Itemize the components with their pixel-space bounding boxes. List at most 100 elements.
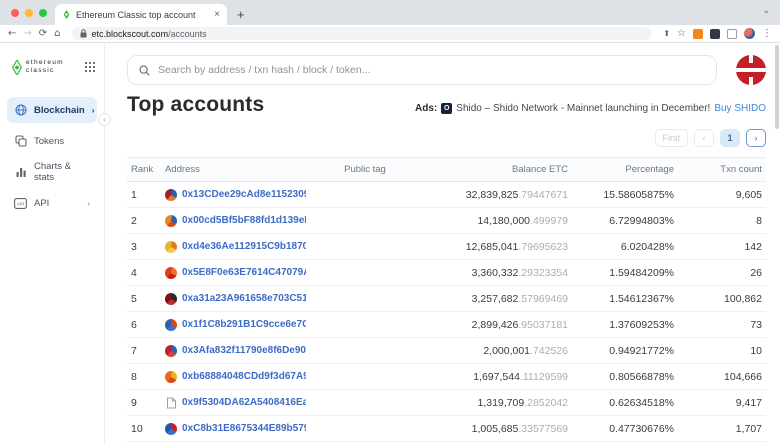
scrollbar-thumb[interactable] — [775, 45, 779, 129]
address-link[interactable]: 0x13CDee29cAd8e11523095900e2195...02Ad — [182, 189, 306, 200]
balance-integer: 14,180,000 — [477, 215, 530, 227]
sidebar-item-tokens[interactable]: Tokens — [7, 128, 97, 154]
address-identicon — [165, 319, 177, 331]
bookmark-star-icon[interactable]: ☆ — [677, 29, 686, 39]
balance-cell: 14,180,000.499979 — [424, 208, 572, 234]
public-tag-cell — [306, 442, 424, 445]
etc-diamond-icon — [12, 60, 22, 75]
close-tab-icon[interactable]: × — [214, 10, 220, 20]
balance-cell: 3,257,682.57969469 — [424, 286, 572, 312]
search-box[interactable] — [127, 55, 717, 85]
address-link[interactable]: 0x9f5304DA62A5408416Ea58A17a926...5ce3 — [182, 397, 306, 408]
table-row: 10 0xC8b31E8675344E89b579f7a4D1653a...41… — [127, 416, 766, 442]
balance-cell: 1,319,709.2852042 — [424, 390, 572, 416]
sidebar: ethereum classic ‹ Blockchain › — [0, 43, 105, 444]
minimize-window-button[interactable] — [25, 9, 33, 17]
address-link[interactable]: 0xb68884048CDd9f3d67A94c958606...79CA — [182, 371, 306, 382]
table-row: 11 0xcA9349c897d99c97949c69dAcc4f9...0f9… — [127, 442, 766, 445]
extension-icon[interactable] — [710, 29, 720, 39]
address-identicon — [165, 423, 177, 435]
sidebar-item-charts-stats[interactable]: Charts & stats — [7, 159, 97, 185]
sidebar-collapse-button[interactable]: ‹ — [98, 113, 111, 126]
rank-cell: 9 — [127, 390, 161, 416]
txn-count-cell: 8 — [678, 208, 766, 234]
new-tab-button[interactable]: + — [237, 7, 245, 25]
metamask-extension-icon[interactable] — [693, 29, 703, 39]
sidebar-item-label: Tokens — [34, 136, 64, 147]
address-identicon — [165, 371, 177, 383]
address-link[interactable]: 0xa31a23A961658e703C51a72957B6b...Bd53 — [182, 293, 306, 304]
txn-count-cell: 10 — [678, 338, 766, 364]
address-bar[interactable]: etc.blockscout.com/accounts — [72, 27, 653, 40]
back-button[interactable]: ← — [8, 29, 16, 39]
balance-fraction: .79695623 — [518, 241, 568, 253]
txn-count-cell: 9,605 — [678, 182, 766, 208]
search-icon — [139, 65, 150, 76]
chevron-right-icon: › — [87, 199, 90, 208]
browser-tab[interactable]: Ethereum Classic top account × — [55, 4, 227, 25]
close-window-button[interactable] — [11, 9, 19, 17]
public-tag-cell — [306, 390, 424, 416]
address-identicon — [165, 241, 177, 253]
logo-line-2: classic — [26, 67, 64, 75]
header-address: Address — [161, 158, 306, 182]
site-logo-row[interactable]: ethereum classic — [0, 43, 104, 83]
balance-fraction: .2852042 — [524, 397, 568, 409]
public-tag-cell — [306, 260, 424, 286]
macos-window-controls[interactable] — [11, 9, 47, 17]
chevron-down-icon[interactable]: ⌄ — [762, 5, 770, 16]
api-icon: API — [14, 197, 27, 210]
url-text: etc.blockscout.com/accounts — [92, 29, 207, 39]
browser-toolbar: ← → ⟳ ⌂ etc.blockscout.com/accounts ⬆ ☆ … — [0, 25, 780, 43]
rank-cell: 7 — [127, 338, 161, 364]
balance-fraction: .11129599 — [520, 371, 568, 383]
buy-shido-link[interactable]: Buy SHIDO — [714, 103, 766, 114]
browser-profile-avatar[interactable] — [744, 28, 755, 39]
table-row: 8 0xb68884048CDd9f3d67A94c958606...79CA … — [127, 364, 766, 390]
browser-window: Ethereum Classic top account × + ⌄ ← → ⟳… — [0, 0, 780, 445]
table-row: 3 0xd4e36Ae112915C9b18700505ee589...5D4d… — [127, 234, 766, 260]
browser-menu-icon[interactable]: ⋮ — [762, 29, 772, 39]
apps-grid-icon[interactable] — [85, 62, 96, 73]
forward-button[interactable]: → — [23, 29, 31, 39]
pagination-current-page[interactable]: 1 — [720, 129, 740, 147]
pagination-next-button[interactable]: › — [746, 129, 766, 147]
address-link[interactable]: 0x5E8F0e63E7614C47079A41AD4c37...Df5A — [182, 267, 306, 278]
rank-cell: 5 — [127, 286, 161, 312]
percentage-cell: 1.59484209% — [572, 260, 678, 286]
rank-cell: 11 — [127, 442, 161, 445]
balance-cell: 1,697,544.11129599 — [424, 364, 572, 390]
address-link[interactable]: 0x3Afa832f11790e8f6De90f84Aa4ab5...0f58 — [182, 345, 306, 356]
network-logo-icon[interactable] — [736, 55, 766, 85]
balance-integer: 3,257,682 — [472, 293, 519, 305]
pagination-prev-button[interactable]: ‹ — [694, 129, 714, 147]
rank-cell: 3 — [127, 234, 161, 260]
percentage-cell: 0.47730676% — [572, 416, 678, 442]
txn-count-cell: 26 — [678, 260, 766, 286]
percentage-cell: 0.44624719% — [572, 442, 678, 445]
balance-cell: 2,899,426.95037181 — [424, 312, 572, 338]
site-logo-text: ethereum classic — [26, 59, 64, 75]
address-link[interactable]: 0xd4e36Ae112915C9b18700505ee589...5D4d — [182, 241, 306, 252]
reload-button[interactable]: ⟳ — [39, 29, 47, 39]
table-header-row: Rank Address Public tag Balance ETC Perc… — [127, 158, 766, 182]
sidepanel-icon[interactable] — [727, 29, 737, 39]
balance-integer: 2,899,426 — [472, 319, 519, 331]
maximize-window-button[interactable] — [39, 9, 47, 17]
balance-cell: 940,000.9998777 — [424, 442, 572, 445]
address-link[interactable]: 0xC8b31E8675344E89b579f7a4D1653a...4112 — [182, 423, 306, 434]
lock-icon — [80, 29, 87, 38]
logo-line-1: ethereum — [26, 59, 64, 67]
share-icon[interactable]: ⬆ — [663, 30, 670, 38]
pagination-first-button[interactable]: First — [655, 129, 689, 147]
public-tag-cell — [306, 416, 424, 442]
address-link[interactable]: 0x00cd5Bf5bF88fd1d139eF486ce35B8...DE91 — [182, 215, 306, 226]
sidebar-item-blockchain[interactable]: Blockchain › — [7, 97, 97, 123]
home-button[interactable]: ⌂ — [54, 29, 60, 39]
search-input[interactable] — [158, 64, 705, 76]
address-link[interactable]: 0x1f1C8b291B1C9cce6e7C1bee8F660f...5B94 — [182, 319, 306, 330]
url-path: /accounts — [168, 29, 207, 39]
balance-fraction: .742526 — [530, 345, 568, 357]
txn-count-cell: 142 — [678, 234, 766, 260]
sidebar-item-api[interactable]: API API › — [7, 190, 97, 216]
